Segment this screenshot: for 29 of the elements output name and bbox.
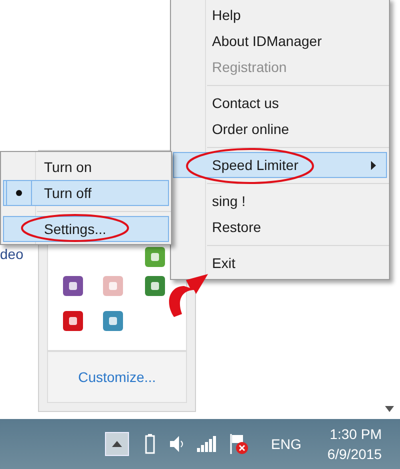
menu-item[interactable]: Speed Limiter [173, 152, 387, 178]
show-hidden-icons-button[interactable] [105, 432, 129, 456]
menu-item[interactable]: Order online [173, 116, 387, 142]
menu-item[interactable]: Settings... [3, 216, 169, 242]
menu-item[interactable]: About IDManager [173, 28, 387, 54]
menu-item[interactable]: Exit [173, 250, 387, 276]
menu-item[interactable]: Restore [173, 214, 387, 240]
background-text: deo [0, 246, 24, 262]
clock[interactable]: 1:30 PM 6/9/2015 [327, 424, 382, 464]
up-caret-icon [112, 441, 122, 447]
menu-item[interactable]: Help [173, 2, 387, 28]
language-indicator[interactable]: ENG [271, 434, 302, 454]
speaker-icon[interactable] [169, 435, 185, 453]
menu-item[interactable]: Turn off [3, 180, 169, 206]
tray-app-icon[interactable] [63, 311, 83, 331]
scroll-down-icon[interactable] [385, 406, 394, 412]
menu-item[interactable]: Turn on [3, 154, 169, 180]
radio-bullet-icon [6, 180, 32, 206]
flag-error-icon[interactable] [229, 433, 249, 455]
submenu-arrow-icon [371, 161, 376, 170]
tray-app-icon[interactable] [145, 247, 165, 267]
tray-app-icon[interactable] [103, 311, 123, 331]
tray-app-icon[interactable] [145, 276, 165, 296]
curved-arrow-drawing [166, 274, 208, 317]
battery-icon[interactable] [145, 434, 155, 454]
menu-item[interactable]: sing ! [173, 188, 387, 214]
signal-icon[interactable] [197, 436, 217, 452]
menu-item[interactable]: Contact us [173, 90, 387, 116]
tray-app-icon[interactable] [63, 276, 83, 296]
